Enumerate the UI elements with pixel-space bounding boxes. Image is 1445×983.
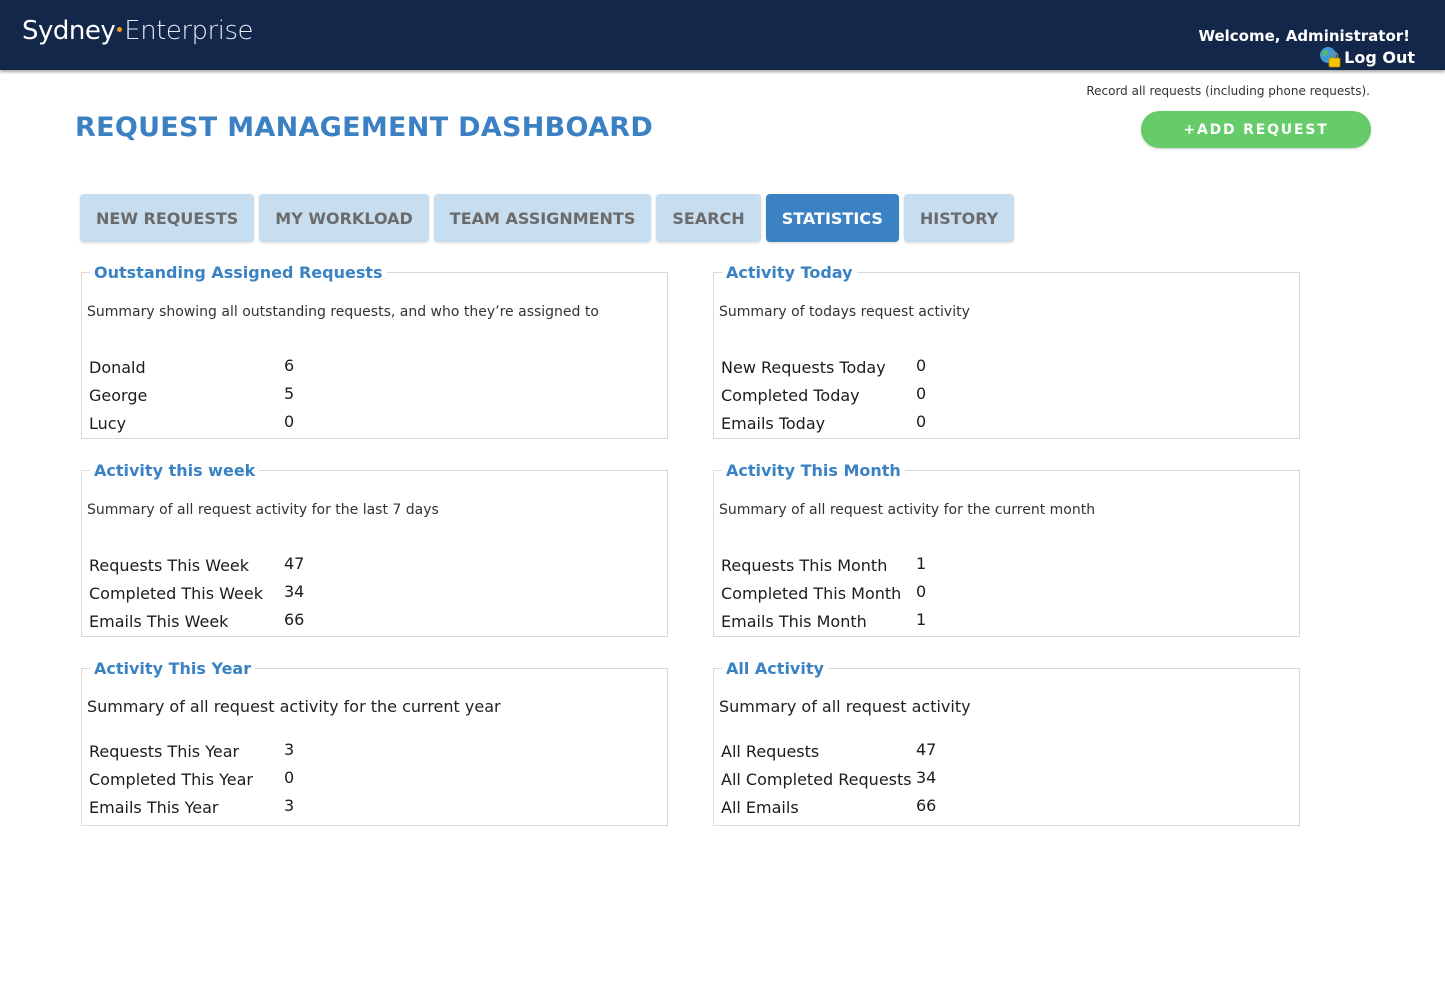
- stat-label: Completed This Month: [721, 583, 902, 603]
- stat-label: Emails Today: [721, 413, 826, 433]
- stat-value: 3: [284, 739, 295, 759]
- stat-label: Requests This Year: [89, 741, 240, 761]
- all-activity-panel: All Activity Summary of all request acti…: [713, 659, 1300, 826]
- stat-rows: All Requests 47 All Completed Requests 34 …: [721, 737, 936, 821]
- stat-label: George: [89, 385, 148, 405]
- panel-title: Activity This Year: [90, 659, 256, 678]
- stat-rows: New Requests Today 0 Completed Today 0 Ema…: [721, 353, 926, 437]
- stat-value: 1: [916, 609, 927, 629]
- stat-rows: Requests This Month 1 Completed This Mont…: [721, 551, 926, 635]
- stat-value: 34: [284, 581, 305, 601]
- activity-year-panel: Activity This Year Summary of all reques…: [81, 659, 668, 826]
- dashboard-tabs: NEW REQUESTS MY WORKLOAD TEAM ASSIGNMENT…: [80, 194, 1015, 242]
- stat-row: Completed This Year 0: [89, 765, 294, 793]
- page-title: REQUEST MANAGEMENT DASHBOARD: [75, 112, 654, 143]
- stat-label: Lucy: [89, 413, 127, 433]
- stat-row: George 5: [89, 381, 294, 409]
- stat-label: Emails This Month: [721, 611, 867, 631]
- stat-value: 3: [284, 795, 295, 815]
- stat-value: 34: [916, 767, 937, 787]
- logo-product: Enterprise: [124, 16, 254, 46]
- activity-month-panel: Activity This Month Summary of all reque…: [713, 461, 1300, 637]
- stat-label: Donald: [89, 357, 146, 377]
- stat-rows: Donald 6 George 5 Lucy 0: [89, 353, 294, 437]
- tab-search[interactable]: SEARCH: [656, 194, 761, 242]
- panel-title: Outstanding Assigned Requests: [90, 263, 387, 282]
- stat-row: Completed This Month 0: [721, 579, 926, 607]
- panel-title: Activity This Month: [722, 461, 905, 480]
- panel-description: Summary showing all outstanding requests…: [87, 304, 599, 320]
- stat-row: Completed Today 0: [721, 381, 926, 409]
- stat-value: 0: [916, 355, 927, 375]
- stat-value: 0: [284, 767, 295, 787]
- stat-row: Completed This Week 34: [89, 579, 304, 607]
- stat-row: Donald 6: [89, 353, 294, 381]
- stat-row: Requests This Month 1: [721, 551, 926, 579]
- logout-label: Log Out: [1344, 47, 1415, 67]
- globe-lock-icon: [1319, 46, 1341, 68]
- tab-statistics[interactable]: STATISTICS: [765, 194, 899, 242]
- panel-title: Activity this week: [90, 461, 260, 480]
- stat-value: 0: [916, 581, 927, 601]
- panel-description: Summary of all request activity for the …: [87, 697, 501, 716]
- tab-new-requests[interactable]: NEW REQUESTS: [80, 194, 255, 242]
- panel-title: Activity Today: [722, 263, 857, 282]
- stat-label: All Requests: [721, 741, 820, 761]
- panel-description: Summary of all request activity for the …: [87, 502, 439, 518]
- stat-value: 47: [284, 553, 305, 573]
- stat-value: 0: [916, 383, 927, 403]
- stat-value: 0: [284, 411, 295, 431]
- stat-row: Emails This Year 3: [89, 793, 294, 821]
- stat-value: 5: [284, 383, 295, 403]
- stat-label: Requests This Month: [721, 555, 888, 575]
- panel-title: All Activity: [722, 659, 828, 678]
- stat-label: New Requests Today: [721, 357, 886, 377]
- outstanding-assigned-panel: Outstanding Assigned Requests Summary sh…: [81, 263, 668, 439]
- logo-dot-icon: [117, 27, 123, 32]
- panel-description: Summary of all request activity for the …: [719, 502, 1096, 518]
- stat-rows: Requests This Week 47 Completed This Week…: [89, 551, 304, 635]
- stat-row: Emails This Month 1: [721, 607, 926, 635]
- stat-label: Emails This Week: [89, 611, 229, 631]
- stat-row: All Completed Requests 34: [721, 765, 936, 793]
- stat-label: Completed This Year: [89, 769, 254, 789]
- stat-row: Requests This Year 3: [89, 737, 294, 765]
- top-nav-bar: Sydney Enterprise Welcome, Administrator!…: [0, 0, 1445, 70]
- stat-value: 47: [916, 739, 937, 759]
- add-request-button[interactable]: +ADD REQUEST: [1141, 111, 1371, 148]
- stat-label: All Emails: [721, 797, 799, 817]
- tab-my-workload[interactable]: MY WORKLOAD: [259, 194, 429, 242]
- stat-row: New Requests Today 0: [721, 353, 926, 381]
- stat-value: 66: [284, 609, 305, 629]
- stat-row: Requests This Week 47: [89, 551, 304, 579]
- panel-description: Summary of todays request activity: [719, 304, 970, 320]
- tab-team-assignments[interactable]: TEAM ASSIGNMENTS: [433, 194, 652, 242]
- stat-value: 6: [284, 355, 295, 375]
- stat-label: Completed This Week: [89, 583, 263, 603]
- stat-label: All Completed Requests: [721, 769, 912, 789]
- stat-row: All Emails 66: [721, 793, 936, 821]
- stat-row: Emails This Week 66: [89, 607, 304, 635]
- logout-link[interactable]: Log Out: [1319, 46, 1415, 68]
- stat-label: Requests This Week: [89, 555, 250, 575]
- activity-today-panel: Activity Today Summary of todays request…: [713, 263, 1300, 439]
- stat-value: 1: [916, 553, 927, 573]
- stat-rows: Requests This Year 3 Completed This Year 0…: [89, 737, 294, 821]
- welcome-message: Welcome, Administrator!: [1198, 27, 1410, 45]
- stat-value: 0: [916, 411, 927, 431]
- stat-value: 66: [916, 795, 937, 815]
- logo-brand: Sydney: [22, 16, 116, 46]
- record-note: Record all requests (including phone req…: [1086, 84, 1370, 98]
- stat-label: Emails This Year: [89, 797, 219, 817]
- stat-label: Completed Today: [721, 385, 860, 405]
- app-logo[interactable]: Sydney Enterprise: [22, 16, 254, 46]
- stat-row: All Requests 47: [721, 737, 936, 765]
- activity-week-panel: Activity this week Summary of all reques…: [81, 461, 668, 637]
- panel-description: Summary of all request activity: [719, 697, 971, 716]
- tab-history[interactable]: HISTORY: [903, 194, 1015, 242]
- stat-row: Emails Today 0: [721, 409, 926, 437]
- stat-row: Lucy 0: [89, 409, 294, 437]
